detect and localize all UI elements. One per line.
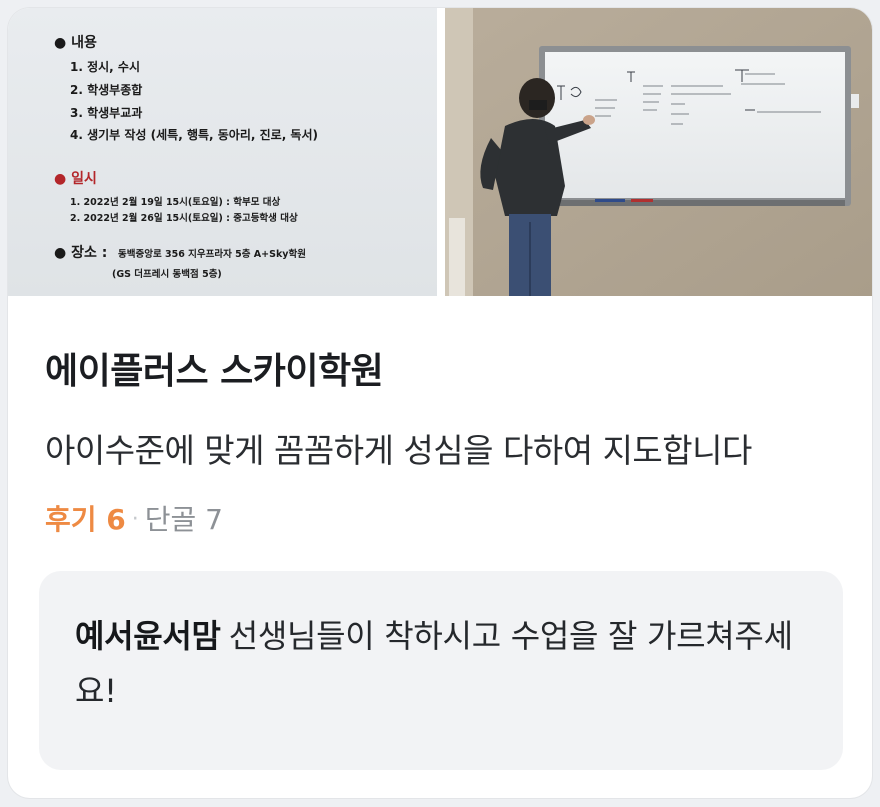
photo-gallery[interactable]: ● 내용 1. 정시, 수시 2. 학생부종합 3. 학생부교과 4. 생기부 … xyxy=(8,8,872,296)
notice-contents-heading: ● 내용 xyxy=(54,35,97,51)
notice-schedule-item: 1. 2022년 2월 19일 15시(토요일) : 학부모 대상 xyxy=(70,197,281,208)
classroom-illustration xyxy=(445,8,872,296)
notice-item: 4. 생기부 작성 (세특, 행특, 동아리, 진로, 독서) xyxy=(70,128,318,142)
notice-place-label: ● 장소 : xyxy=(54,245,108,261)
notice-schedule-item: 2. 2022년 2월 26일 15시(토요일) : 중고등학생 대상 xyxy=(70,213,298,224)
notice-place-line: 동백중앙로 356 지우프라자 5층 A+Sky학원 xyxy=(118,249,306,260)
notice-place-line: (GS 더프레시 동백점 5층) xyxy=(112,269,222,280)
notice-item: 1. 정시, 수시 xyxy=(70,60,140,74)
place-description: 아이수준에 맞게 꼼꼼하게 성심을 다하여 지도합니다 xyxy=(45,431,752,470)
place-name[interactable]: 에이플러스 스카이학원 xyxy=(45,342,384,394)
notice-schedule-heading: ● 일시 xyxy=(54,171,97,187)
place-stats: 후기 6 · 단골 7 xyxy=(45,498,223,538)
review-count[interactable]: 후기 6 xyxy=(45,503,126,536)
notice-photo[interactable]: ● 내용 1. 정시, 수시 2. 학생부종합 3. 학생부교과 4. 생기부 … xyxy=(8,8,437,296)
classroom-photo[interactable] xyxy=(445,8,872,296)
review-preview[interactable]: 예서윤서맘 선생님들이 착하시고 수업을 잘 가르쳐주세요! xyxy=(39,571,843,770)
place-card[interactable]: ● 내용 1. 정시, 수시 2. 학생부종합 3. 학생부교과 4. 생기부 … xyxy=(8,8,872,798)
review-body: 예서윤서맘 선생님들이 착하시고 수업을 잘 가르쳐주세요! xyxy=(75,609,815,719)
regular-count: 단골 7 xyxy=(144,503,224,536)
stats-separator: · xyxy=(131,507,139,532)
notice-item: 3. 학생부교과 xyxy=(70,106,143,120)
notice-item: 2. 학생부종합 xyxy=(70,83,143,97)
review-author: 예서윤서맘 xyxy=(75,617,221,655)
